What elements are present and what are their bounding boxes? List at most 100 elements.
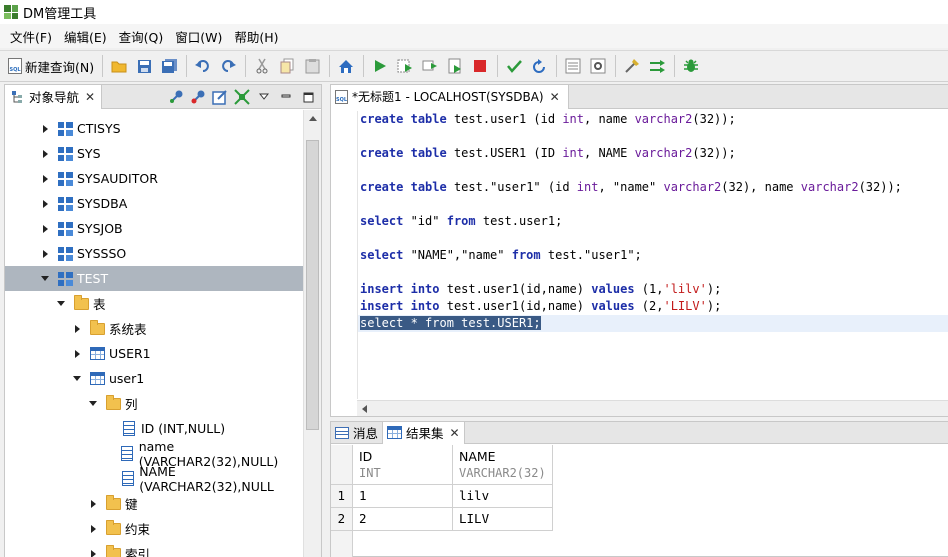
code-line[interactable]: insert into test.user1(id,name) values (… bbox=[360, 298, 721, 315]
tree-node[interactable]: 列 bbox=[5, 391, 303, 416]
tab-untitled-query[interactable]: SQL *无标题1 - LOCALHOST(SYSDBA) ✕ bbox=[331, 84, 569, 109]
transfer-button[interactable] bbox=[645, 54, 669, 78]
disconnect-button[interactable] bbox=[187, 86, 209, 108]
selected-text[interactable]: select * from test.USER1; bbox=[360, 316, 541, 330]
expand-all-button[interactable] bbox=[231, 86, 253, 108]
code-line[interactable]: select "NAME","name" from test."user1"; bbox=[360, 247, 642, 264]
minimize-button[interactable] bbox=[275, 86, 297, 108]
open-button[interactable] bbox=[107, 54, 131, 78]
maximize-button[interactable] bbox=[297, 86, 319, 108]
run-selected-button[interactable] bbox=[393, 54, 417, 78]
redo-button[interactable] bbox=[216, 54, 240, 78]
menu-file[interactable]: 文件(F) bbox=[4, 27, 58, 46]
tree-node[interactable]: SYSSSO bbox=[5, 241, 303, 266]
scroll-left-icon[interactable] bbox=[362, 404, 367, 413]
edit-button[interactable] bbox=[209, 86, 231, 108]
expand-arrow-icon[interactable] bbox=[39, 223, 51, 235]
expand-arrow-icon[interactable] bbox=[87, 523, 99, 535]
plan-button[interactable] bbox=[561, 54, 585, 78]
commit-button[interactable] bbox=[502, 54, 526, 78]
code-line[interactable]: create table test."user1" (id int, "name… bbox=[360, 179, 902, 196]
tree-node[interactable]: 系统表 bbox=[5, 316, 303, 341]
grid-corner[interactable] bbox=[331, 445, 353, 485]
column-header-id[interactable]: ID INT bbox=[353, 445, 453, 485]
close-navigator-icon[interactable]: ✕ bbox=[85, 90, 95, 104]
save-button[interactable] bbox=[132, 54, 156, 78]
row-number[interactable]: 2 bbox=[331, 508, 353, 531]
explain-button[interactable] bbox=[443, 54, 467, 78]
expand-arrow-icon[interactable] bbox=[39, 123, 51, 135]
home-button[interactable] bbox=[334, 54, 358, 78]
table-cell[interactable]: 2 bbox=[353, 508, 453, 531]
tab-messages[interactable]: 消息 bbox=[331, 421, 384, 444]
tab-object-navigator[interactable]: 对象导航 ✕ bbox=[5, 84, 103, 109]
connect-button[interactable] bbox=[165, 86, 187, 108]
tree-node[interactable]: 表 bbox=[5, 291, 303, 316]
tree-node[interactable]: SYSJOB bbox=[5, 216, 303, 241]
tree-node[interactable]: ID (INT,NULL) bbox=[5, 416, 303, 441]
scroll-thumb[interactable] bbox=[306, 140, 319, 430]
code-line[interactable]: select * from test.USER1; bbox=[358, 315, 948, 332]
format-button[interactable] bbox=[620, 54, 644, 78]
settings-button[interactable] bbox=[586, 54, 610, 78]
menu-query[interactable]: 查询(Q) bbox=[113, 27, 170, 46]
view-menu-button[interactable] bbox=[253, 86, 275, 108]
tree-node[interactable]: SYS bbox=[5, 141, 303, 166]
expand-arrow-icon[interactable] bbox=[71, 323, 83, 335]
new-query-button[interactable]: SQL 新建查询(N) bbox=[6, 54, 98, 78]
save-all-button[interactable] bbox=[157, 54, 181, 78]
tree-node[interactable]: CTISYS bbox=[5, 116, 303, 141]
run-button[interactable] bbox=[368, 54, 392, 78]
collapse-arrow-icon[interactable] bbox=[39, 273, 51, 285]
table-cell[interactable]: 1 bbox=[353, 485, 453, 508]
undo-button[interactable] bbox=[191, 54, 215, 78]
rollback-button[interactable] bbox=[527, 54, 551, 78]
close-editor-tab-icon[interactable]: ✕ bbox=[550, 90, 560, 104]
cut-button[interactable] bbox=[250, 54, 274, 78]
stop-button[interactable] bbox=[468, 54, 492, 78]
table-cell[interactable]: LILV bbox=[453, 508, 553, 531]
expand-arrow-icon[interactable] bbox=[39, 173, 51, 185]
close-result-tab-icon[interactable]: ✕ bbox=[450, 426, 460, 440]
tree-node[interactable]: 约束 bbox=[5, 516, 303, 541]
menu-window[interactable]: 窗口(W) bbox=[169, 27, 228, 46]
collapse-arrow-icon[interactable] bbox=[71, 373, 83, 385]
collapse-arrow-icon[interactable] bbox=[55, 298, 67, 310]
tab-result-set[interactable]: 结果集 ✕ bbox=[383, 421, 465, 444]
minimize-icon bbox=[281, 94, 291, 98]
column-header-name[interactable]: NAME VARCHAR2(32) bbox=[453, 445, 553, 485]
code-line[interactable]: insert into test.user1(id,name) values (… bbox=[360, 281, 721, 298]
expand-arrow-icon[interactable] bbox=[39, 198, 51, 210]
tree-node[interactable]: TEST bbox=[5, 266, 303, 291]
expand-arrow-icon[interactable] bbox=[39, 148, 51, 160]
menu-help[interactable]: 帮助(H) bbox=[228, 27, 284, 46]
tree-node[interactable]: NAME (VARCHAR2(32),NULL bbox=[5, 464, 303, 494]
tree-node[interactable]: SYSAUDITOR bbox=[5, 166, 303, 191]
expand-arrow-icon[interactable] bbox=[71, 348, 83, 360]
table-cell[interactable]: lilv bbox=[453, 485, 553, 508]
menu-edit[interactable]: 编辑(E) bbox=[58, 27, 113, 46]
row-number[interactable]: 1 bbox=[331, 485, 353, 508]
code-line[interactable]: select "id" from test.user1; bbox=[360, 213, 562, 230]
paste-button[interactable] bbox=[300, 54, 324, 78]
tree-node[interactable]: USER1 bbox=[5, 341, 303, 366]
expand-arrow-icon[interactable] bbox=[39, 248, 51, 260]
tree-node[interactable]: 索引 bbox=[5, 541, 303, 557]
code-line[interactable]: create table test.user1 (id int, name va… bbox=[360, 111, 736, 128]
explain-icon bbox=[448, 58, 462, 74]
copy-button[interactable] bbox=[275, 54, 299, 78]
expand-arrow-icon[interactable] bbox=[87, 548, 99, 557]
expand-arrow-icon[interactable] bbox=[87, 498, 99, 510]
code-line[interactable]: create table test.USER1 (ID int, NAME va… bbox=[360, 145, 736, 162]
tree-node[interactable]: 键 bbox=[5, 491, 303, 516]
debug-button[interactable] bbox=[679, 54, 703, 78]
navigator-vertical-scrollbar[interactable] bbox=[303, 110, 321, 557]
tree-node[interactable]: user1 bbox=[5, 366, 303, 391]
tree-node[interactable]: SYSDBA bbox=[5, 191, 303, 216]
editor-horizontal-scrollbar[interactable] bbox=[357, 400, 948, 416]
tree-node[interactable]: name (VARCHAR2(32),NULL) bbox=[5, 439, 303, 469]
sql-code-area[interactable]: create table test.user1 (id int, name va… bbox=[357, 111, 948, 399]
step-button[interactable] bbox=[418, 54, 442, 78]
collapse-arrow-icon[interactable] bbox=[87, 398, 99, 410]
scroll-up-button[interactable] bbox=[304, 110, 321, 127]
